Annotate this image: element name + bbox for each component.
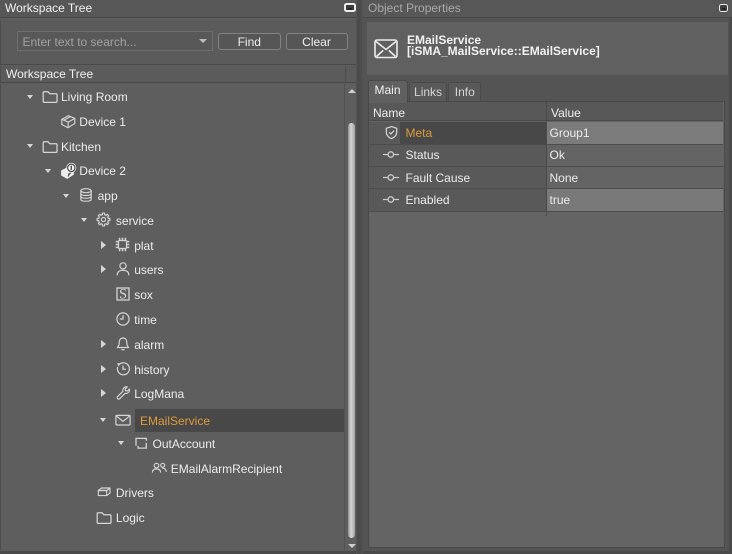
svg-text:S: S [119, 287, 127, 302]
